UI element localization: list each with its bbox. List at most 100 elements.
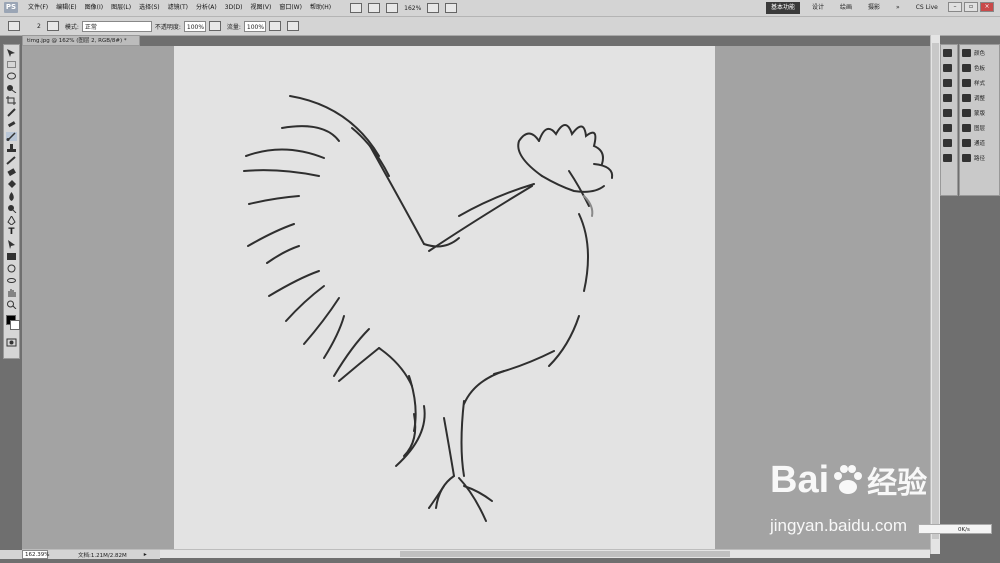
brush-size[interactable]: 2	[37, 23, 41, 30]
shape-icon[interactable]	[6, 252, 17, 261]
bucket-icon[interactable]	[6, 180, 17, 189]
zoom-icon[interactable]	[6, 300, 17, 310]
menu-view[interactable]: 视图(V)	[247, 0, 276, 16]
mode-label: 模式:	[64, 23, 79, 31]
heal-icon[interactable]	[6, 120, 17, 129]
channels-icon	[962, 138, 971, 147]
swatches-icon	[962, 63, 971, 72]
eraser-icon[interactable]	[6, 168, 17, 177]
menu-select[interactable]: 选择(S)	[135, 0, 164, 16]
network-speed-widget: 0K/s	[918, 524, 992, 534]
lasso-icon[interactable]	[6, 72, 17, 81]
restore-icon[interactable]: ▫	[964, 2, 978, 12]
channels-panel-tab[interactable]: 通道	[960, 135, 999, 150]
arrange-documents-icon[interactable]	[427, 3, 440, 13]
watermark-brand: Bai	[770, 458, 830, 501]
status-bar: 162.39% 文档:1.21M/2.82M ▸	[0, 550, 160, 559]
eyedropper-icon[interactable]	[6, 108, 17, 117]
mode-select[interactable]: 正常	[81, 20, 152, 32]
workspace-photography[interactable]: 摄影	[868, 0, 880, 16]
history-brush-icon[interactable]	[6, 156, 17, 165]
menu-image[interactable]: 图像(I)	[81, 0, 107, 16]
minimize-icon[interactable]: –	[948, 2, 962, 12]
rooster-sketch	[243, 95, 614, 522]
watermark-url: jingyan.baidu.com	[770, 516, 908, 535]
menu-3d[interactable]: 3D(D)	[221, 0, 247, 16]
brush-panel-toggle-icon[interactable]	[46, 21, 59, 31]
type-icon[interactable]: T	[6, 228, 17, 237]
actions-panel-icon[interactable]	[941, 60, 957, 75]
brush-panel-icon[interactable]	[941, 120, 957, 135]
menu-items: 文件(F) 编辑(E) 图像(I) 图层(L) 选择(S) 滤镜(T) 分析(A…	[24, 0, 460, 16]
crop-icon[interactable]	[6, 96, 17, 105]
zoom-level[interactable]: 162%	[404, 5, 421, 12]
workspace-painting[interactable]: 绘画	[840, 0, 852, 16]
size-pressure-icon[interactable]	[286, 21, 299, 31]
bridge-icon[interactable]	[350, 3, 363, 13]
quick-mask-icon[interactable]	[6, 338, 17, 347]
styles-panel-tab[interactable]: 样式	[960, 75, 999, 90]
masks-icon	[962, 108, 971, 117]
close-icon[interactable]: ×	[980, 2, 994, 12]
horizontal-scroll-thumb[interactable]	[400, 551, 730, 557]
quick-select-icon[interactable]	[6, 84, 17, 94]
masks-panel-tab[interactable]: 蒙版	[960, 105, 999, 120]
airbrush-icon[interactable]	[268, 21, 281, 31]
swatches-panel-tab[interactable]: 色板	[960, 60, 999, 75]
flow-input[interactable]: 100%	[243, 20, 266, 32]
vertical-scroll-track[interactable]	[932, 43, 939, 539]
tools-panel: T	[3, 44, 20, 359]
marquee-icon[interactable]	[6, 60, 17, 69]
cs-live-button[interactable]: CS Live	[916, 0, 938, 16]
layers-icon	[962, 123, 971, 132]
status-menu-arrow-icon[interactable]: ▸	[144, 551, 147, 558]
document-tab[interactable]: timg.jpg @ 162% (图层 2, RGB/8#) *	[22, 35, 140, 46]
opacity-pressure-icon[interactable]	[208, 21, 221, 31]
zoom-field[interactable]: 162.39%	[22, 550, 49, 559]
adjustments-panel-tab[interactable]: 调整	[960, 90, 999, 105]
view-extras-icon[interactable]	[386, 3, 399, 13]
color-swatches-icon[interactable]	[6, 315, 20, 335]
history-panel-icon[interactable]	[941, 45, 957, 60]
navigator-panel-icon[interactable]	[941, 75, 957, 90]
photoshop-logo: PS	[4, 2, 18, 13]
brush-icon[interactable]	[8, 21, 20, 31]
menu-help[interactable]: 帮助(H)	[306, 0, 335, 16]
tool-presets-panel-icon[interactable]	[941, 150, 957, 165]
info-panel-icon[interactable]	[941, 105, 957, 120]
brush-tool-icon[interactable]	[6, 132, 17, 141]
stamp-icon[interactable]	[6, 144, 17, 153]
hand-icon[interactable]	[6, 288, 17, 297]
opacity-label: 不透明度:	[154, 23, 181, 31]
3d-rotate-icon[interactable]	[6, 264, 17, 273]
dodge-icon[interactable]	[6, 204, 17, 214]
mini-bridge-icon[interactable]	[368, 3, 381, 13]
menu-filter[interactable]: 滤镜(T)	[164, 0, 192, 16]
menu-edit[interactable]: 编辑(E)	[52, 0, 80, 16]
menu-window[interactable]: 窗口(W)	[275, 0, 306, 16]
3d-orbit-icon[interactable]	[6, 276, 17, 285]
histogram-panel-icon[interactable]	[941, 90, 957, 105]
workspace-design[interactable]: 设计	[812, 0, 824, 16]
vertical-scrollbar[interactable]	[930, 35, 940, 554]
menu-layer[interactable]: 图层(L)	[107, 0, 135, 16]
opacity-input[interactable]: 100%	[183, 20, 206, 32]
screen-mode-icon[interactable]	[445, 3, 458, 13]
move-icon[interactable]	[6, 48, 17, 57]
clone-source-panel-icon[interactable]	[941, 135, 957, 150]
panel-dock: 颜色 色板 样式 调整 蒙版 图层 通道 路径	[959, 44, 1000, 196]
paths-icon	[962, 153, 971, 162]
more-workspaces-icon[interactable]: »	[896, 0, 900, 16]
menu-analysis[interactable]: 分析(A)	[192, 0, 221, 16]
paths-panel-tab[interactable]: 路径	[960, 150, 999, 165]
layers-panel-tab[interactable]: 图层	[960, 120, 999, 135]
workspace-essentials-button[interactable]: 基本功能	[766, 2, 800, 14]
blur-icon[interactable]	[6, 192, 17, 201]
menu-file[interactable]: 文件(F)	[24, 0, 52, 16]
color-panel-tab[interactable]: 颜色	[960, 45, 999, 60]
path-select-icon[interactable]	[6, 240, 17, 249]
pen-icon[interactable]	[6, 215, 17, 226]
watermark-brand-cn: 经验	[867, 466, 928, 501]
flow-label: 流量:	[226, 23, 241, 31]
document-canvas[interactable]	[174, 46, 715, 549]
